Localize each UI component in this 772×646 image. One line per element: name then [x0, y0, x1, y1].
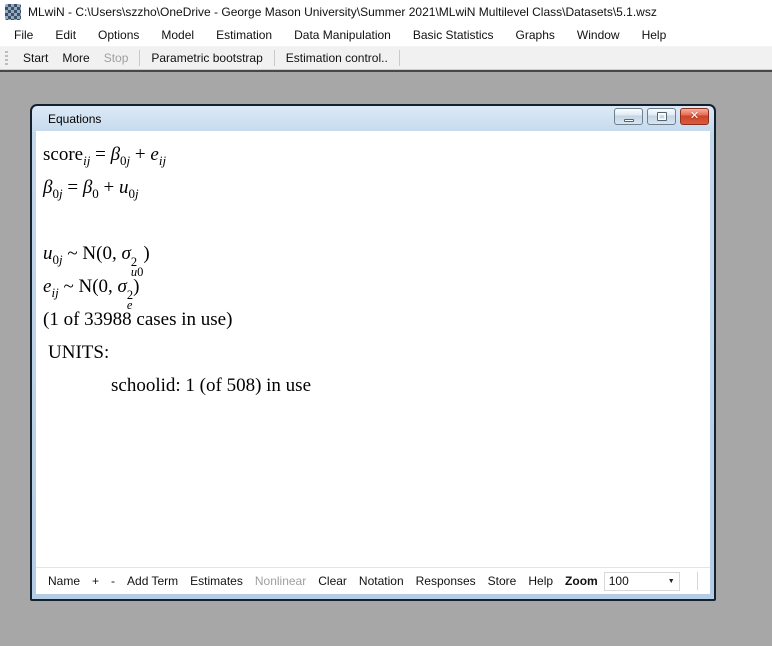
start-button[interactable]: Start: [16, 51, 55, 65]
plus-button[interactable]: +: [86, 574, 105, 588]
estimation-toolbar: StartMoreStop Parametric bootstrap Estimat…: [0, 47, 772, 69]
close-icon: ✕: [690, 111, 699, 122]
estimation-control-button[interactable]: Estimation control..: [279, 51, 395, 65]
zoom-button[interactable]: Zoom: [559, 574, 601, 588]
notation-button[interactable]: Notation: [353, 574, 410, 588]
mlwin-main-window: MLwiN - C:\Users\szzho\OneDrive - George…: [0, 0, 772, 646]
store-button[interactable]: Store: [482, 574, 523, 588]
minus-button[interactable]: -: [105, 574, 121, 588]
help-button[interactable]: Help: [522, 574, 559, 588]
equation-line[interactable]: schoolid: 1 (of 508) in use: [43, 369, 710, 402]
equation-line: [43, 204, 710, 237]
responses-button[interactable]: Responses: [410, 574, 482, 588]
menu-item-graphs[interactable]: Graphs: [505, 23, 566, 46]
toolbar-end-divider: [697, 572, 698, 590]
menu-item-file[interactable]: File: [3, 23, 44, 46]
equations-content: scoreij = β0j + eijβ0j = β0 + u0j u0j ~ N…: [36, 131, 710, 594]
equations-toolbar: Name+-Add TermEstimatesNonlinearClearNot…: [36, 567, 710, 594]
restore-button[interactable]: [647, 108, 676, 125]
equation-line[interactable]: (1 of 33988 cases in use): [43, 303, 710, 336]
menu-item-estimation[interactable]: Estimation: [205, 23, 283, 46]
menu-item-edit[interactable]: Edit: [44, 23, 87, 46]
menu-bar: FileEditOptionsModelEstimationData Manip…: [0, 23, 772, 47]
equations-display[interactable]: scoreij = β0j + eijβ0j = β0 + u0j u0j ~ N…: [36, 131, 710, 567]
app-title: MLwiN - C:\Users\szzho\OneDrive - George…: [28, 5, 657, 19]
stop-button: Stop: [97, 51, 136, 65]
equation-line[interactable]: β0j = β0 + u0j: [43, 171, 710, 204]
minimize-icon: [624, 119, 634, 122]
toolbar-grip-handle[interactable]: [5, 51, 8, 65]
restore-icon: [657, 112, 667, 121]
chevron-down-icon: ▼: [668, 578, 679, 585]
nonlinear-button: Nonlinear: [249, 574, 312, 588]
close-button[interactable]: ✕: [680, 108, 709, 125]
equation-line[interactable]: u0j ~ N(0, σ2u0): [43, 237, 710, 270]
menu-item-options[interactable]: Options: [87, 23, 150, 46]
more-button[interactable]: More: [55, 51, 96, 65]
add-term-button[interactable]: Add Term: [121, 574, 184, 588]
menu-item-model[interactable]: Model: [150, 23, 205, 46]
equation-line[interactable]: scoreij = β0j + eij: [43, 138, 710, 171]
clear-button[interactable]: Clear: [312, 574, 353, 588]
menu-item-window[interactable]: Window: [566, 23, 631, 46]
toolbar-separator: [139, 50, 140, 66]
app-titlebar: MLwiN - C:\Users\szzho\OneDrive - George…: [0, 0, 772, 23]
client-area: Equations ✕ scoreij = β0j + eijβ0j = β0 …: [0, 72, 772, 645]
equation-line[interactable]: UNITS:: [43, 336, 710, 369]
zoom-value: 100: [605, 574, 668, 588]
menu-item-basic-statistics[interactable]: Basic Statistics: [402, 23, 505, 46]
menu-item-data-manipulation[interactable]: Data Manipulation: [283, 23, 402, 46]
zoom-combobox[interactable]: 100▼: [604, 572, 680, 591]
name-button[interactable]: Name: [42, 574, 86, 588]
minimize-button[interactable]: [614, 108, 643, 125]
toolbar-separator: [399, 50, 400, 66]
equations-window-titlebar[interactable]: Equations ✕: [32, 106, 714, 131]
equations-window: Equations ✕ scoreij = β0j + eijβ0j = β0 …: [30, 104, 716, 601]
estimates-button[interactable]: Estimates: [184, 574, 249, 588]
mlwin-app-icon: [5, 4, 21, 20]
menu-item-help[interactable]: Help: [631, 23, 678, 46]
equations-window-title: Equations: [48, 112, 101, 126]
toolbar-separator: [274, 50, 275, 66]
parametric-bootstrap-button[interactable]: Parametric bootstrap: [144, 51, 269, 65]
window-controls: ✕: [614, 108, 709, 125]
